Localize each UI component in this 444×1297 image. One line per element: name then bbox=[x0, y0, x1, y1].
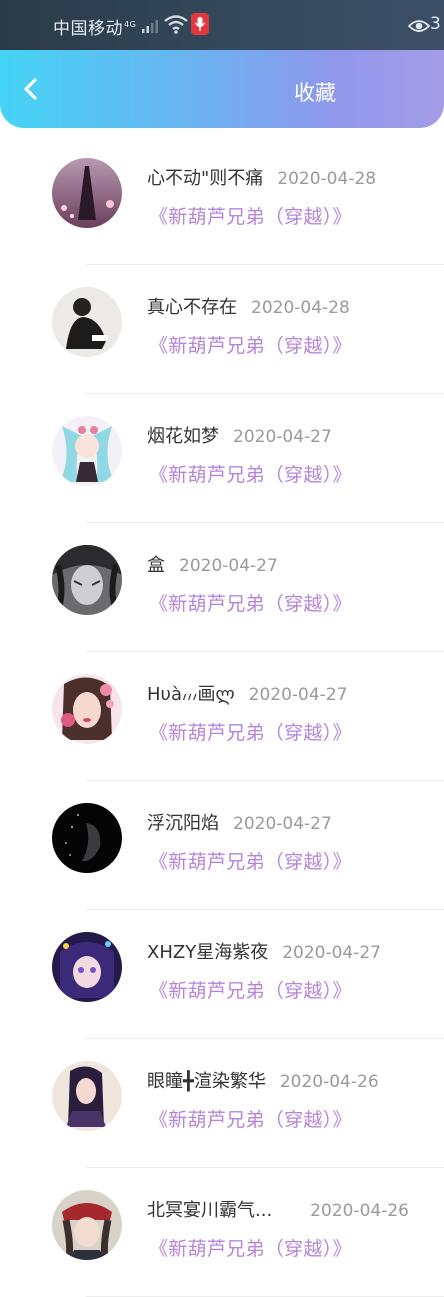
carrier-label: 中国移动4G bbox=[53, 19, 137, 39]
list-item[interactable]: 浮沉阳焰 2020-04-27 《新葫芦兄弟（穿越）》 bbox=[0, 781, 444, 910]
user-name: Hυà៸៸៸画ლ 2020-04-27 bbox=[147, 684, 348, 705]
book-title[interactable]: 《新葫芦兄弟（穿越）》 bbox=[149, 976, 352, 1003]
book-title[interactable]: 《新葫芦兄弟（穿越）》 bbox=[149, 847, 352, 874]
book-title[interactable]: 《新葫芦兄弟（穿越）》 bbox=[149, 202, 352, 229]
book-title[interactable]: 《新葫芦兄弟（穿越）》 bbox=[149, 1234, 352, 1261]
date-label: 2020-04-27 bbox=[233, 814, 332, 834]
avatar[interactable] bbox=[52, 1190, 122, 1260]
book-title[interactable]: 《新葫芦兄弟（穿越）》 bbox=[149, 331, 352, 358]
user-name: 浮沉阳焰 2020-04-27 bbox=[147, 813, 332, 834]
page-title: 收藏 bbox=[294, 81, 336, 105]
date-label: 2020-04-27 bbox=[282, 943, 381, 963]
header-bar: 收藏 bbox=[0, 50, 444, 128]
list-item[interactable]: Hυà៸៸៸画ლ 2020-04-27 《新葫芦兄弟（穿越）》 bbox=[0, 652, 444, 781]
date-label: 2020-04-28 bbox=[251, 298, 350, 318]
book-title[interactable]: 《新葫芦兄弟（穿越）》 bbox=[149, 460, 352, 487]
favorites-list: 心不动"则不痛 2020-04-28 《新葫芦兄弟（穿越）》 真心不存在 2020-… bbox=[0, 136, 444, 1297]
avatar[interactable] bbox=[52, 545, 122, 615]
list-item[interactable]: 北冥宴川霸气... 2020-04-26 《新葫芦兄弟（穿越）》 bbox=[0, 1168, 444, 1297]
user-name: 眼瞳╋渲染繁华 2020-04-26 bbox=[147, 1071, 379, 1092]
mic-icon bbox=[191, 13, 209, 35]
date-label: 2020-04-26 bbox=[310, 1201, 409, 1221]
date-label: 2020-04-28 bbox=[277, 169, 377, 189]
book-title[interactable]: 《新葫芦兄弟（穿越）》 bbox=[149, 1105, 352, 1132]
date-label: 2020-04-27 bbox=[248, 685, 348, 705]
user-name: XHZY星海紫夜 2020-04-27 bbox=[147, 942, 381, 963]
user-name: 真心不存在 2020-04-28 bbox=[147, 297, 350, 318]
user-name: 心不动"则不痛 2020-04-28 bbox=[147, 168, 377, 189]
signal-icon bbox=[142, 20, 158, 33]
list-item[interactable]: 真心不存在 2020-04-28 《新葫芦兄弟（穿越）》 bbox=[0, 265, 444, 394]
date-label: 2020-04-27 bbox=[179, 556, 278, 576]
status-bar: 中国移动4G 3 bbox=[0, 0, 444, 50]
eye-count: 3 bbox=[430, 14, 441, 34]
user-name: 盒 2020-04-27 bbox=[147, 555, 278, 576]
avatar[interactable] bbox=[52, 803, 122, 873]
list-item[interactable]: 烟花如梦 2020-04-27 《新葫芦兄弟（穿越）》 bbox=[0, 394, 444, 523]
eye-icon bbox=[408, 20, 430, 32]
avatar[interactable] bbox=[52, 1061, 122, 1131]
list-item[interactable]: 盒 2020-04-27 《新葫芦兄弟（穿越）》 bbox=[0, 523, 444, 652]
user-name: 北冥宴川霸气... 2020-04-26 bbox=[147, 1200, 409, 1221]
list-item[interactable]: XHZY星海紫夜 2020-04-27 《新葫芦兄弟（穿越）》 bbox=[0, 910, 444, 1039]
book-title[interactable]: 《新葫芦兄弟（穿越）》 bbox=[149, 718, 352, 745]
list-item[interactable]: 眼瞳╋渲染繁华 2020-04-26 《新葫芦兄弟（穿越）》 bbox=[0, 1039, 444, 1168]
date-label: 2020-04-26 bbox=[279, 1072, 379, 1092]
avatar[interactable] bbox=[52, 416, 122, 486]
avatar[interactable] bbox=[52, 287, 122, 357]
avatar[interactable] bbox=[52, 674, 122, 744]
avatar[interactable] bbox=[52, 158, 122, 228]
date-label: 2020-04-27 bbox=[233, 427, 332, 447]
avatar[interactable] bbox=[52, 932, 122, 1002]
book-title[interactable]: 《新葫芦兄弟（穿越）》 bbox=[149, 589, 352, 616]
user-name: 烟花如梦 2020-04-27 bbox=[147, 426, 332, 447]
list-item[interactable]: 心不动"则不痛 2020-04-28 《新葫芦兄弟（穿越）》 bbox=[0, 136, 444, 265]
wifi-icon bbox=[164, 15, 188, 34]
